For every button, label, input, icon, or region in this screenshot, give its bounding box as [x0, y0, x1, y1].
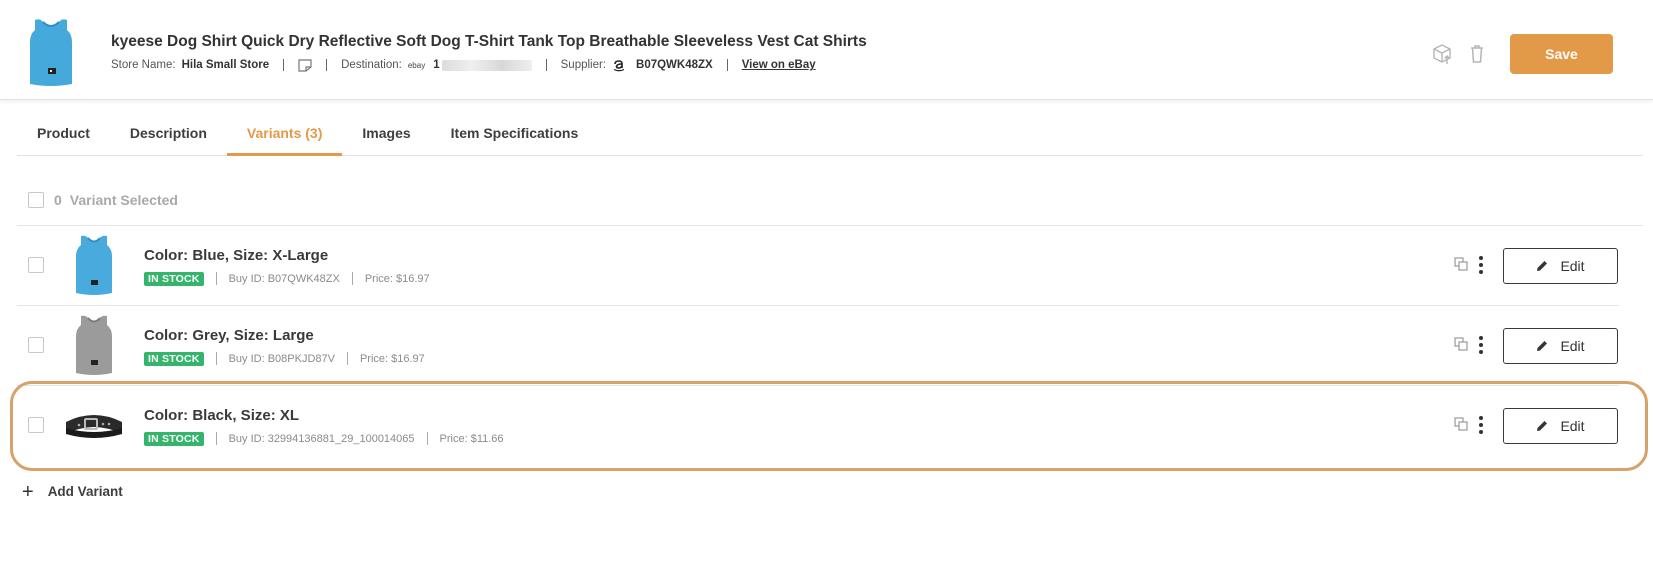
variant-price: Price: $16.97	[364, 272, 430, 285]
in-stock-badge: IN STOCK	[144, 351, 204, 366]
edit-label: Edit	[1560, 418, 1585, 434]
plus-icon: +	[22, 480, 34, 503]
divider	[351, 272, 353, 285]
divider	[545, 59, 547, 71]
variant-info: IN STOCK Buy ID: B07QWK48ZX Price: $16.9…	[144, 271, 430, 286]
buy-id: Buy ID: B07QWK48ZX	[228, 272, 340, 285]
variant-title: Color: Black, Size: XL	[144, 407, 300, 424]
product-header: kyeese Dog Shirt Quick Dry Reflective So…	[0, 0, 1653, 100]
store-name-label: Store Name:	[111, 59, 176, 71]
variant-info: IN STOCK Buy ID: B08PKJD87V Price: $16.9…	[144, 351, 425, 366]
tab-item-specifications[interactable]: Item Specifications	[431, 118, 599, 156]
copy-icon[interactable]	[1454, 337, 1468, 351]
pencil-icon	[1537, 341, 1548, 351]
view-on-ebay-link[interactable]: View on eBay	[742, 59, 816, 71]
save-button[interactable]: Save	[1510, 34, 1613, 74]
product-meta: Store Name: Hila Small Store Destination…	[111, 57, 816, 73]
divider	[215, 352, 217, 365]
variant-title: Color: Blue, Size: X-Large	[144, 247, 329, 264]
select-all-checkbox[interactable]	[28, 192, 44, 208]
buy-id: Buy ID: B08PKJD87V	[228, 352, 335, 365]
edit-label: Edit	[1560, 258, 1585, 274]
variant-info: IN STOCK Buy ID: 32994136881_29_10001406…	[144, 431, 504, 446]
variant-image	[66, 415, 122, 438]
selected-label: Variant Selected	[69, 192, 178, 208]
product-thumbnail	[30, 19, 72, 86]
store-name-value: Hila Small Store	[181, 59, 270, 71]
variant-price: Price: $16.97	[359, 352, 425, 365]
variant-checkbox[interactable]	[28, 417, 44, 433]
edit-label: Edit	[1560, 338, 1585, 354]
variant-selection-bar: 0 Variant Selected	[17, 188, 1643, 226]
note-icon[interactable]	[298, 58, 312, 72]
pencil-icon	[1537, 261, 1548, 271]
variant-image	[76, 315, 112, 375]
divider	[215, 432, 217, 445]
divider	[346, 352, 348, 365]
supplier-label: Supplier:	[560, 59, 607, 71]
tab-product[interactable]: Product	[17, 118, 110, 156]
divider	[283, 59, 285, 71]
redacted-destination	[441, 59, 532, 71]
divider	[426, 432, 428, 445]
divider	[326, 59, 328, 71]
divider	[215, 272, 217, 285]
add-variant-label: Add Variant	[47, 484, 123, 499]
buy-id: Buy ID: 32994136881_29_100014065	[228, 432, 415, 445]
tab-bar: Product Description Variants (3) Images …	[17, 118, 1643, 156]
product-title: kyeese Dog Shirt Quick Dry Reflective So…	[111, 33, 867, 50]
add-variant-button[interactable]: + Add Variant	[22, 480, 123, 503]
destination-value: 1	[433, 59, 440, 71]
edit-variant-button[interactable]: Edit	[1503, 328, 1618, 364]
variant-row: Color: Black, Size: XL IN STOCK Buy ID: …	[17, 386, 1619, 466]
amazon-icon	[613, 60, 625, 72]
supplier-id: B07QWK48ZX	[636, 59, 713, 71]
edit-variant-button[interactable]: Edit	[1503, 248, 1618, 284]
variant-row: Color: Blue, Size: X-Large IN STOCK Buy …	[17, 226, 1619, 306]
more-options-icon[interactable]	[1476, 415, 1486, 435]
edit-variant-button[interactable]: Edit	[1503, 408, 1618, 444]
variant-title: Color: Grey, Size: Large	[144, 327, 314, 344]
tab-variants[interactable]: Variants (3)	[226, 118, 343, 156]
variant-image	[76, 235, 112, 295]
pencil-icon	[1537, 421, 1548, 431]
ebay-logo-icon: ebay	[407, 60, 426, 70]
tab-description[interactable]: Description	[110, 118, 227, 156]
trash-icon[interactable]	[1467, 43, 1487, 65]
more-options-icon[interactable]	[1476, 335, 1486, 355]
tab-images[interactable]: Images	[342, 118, 430, 156]
copy-icon[interactable]	[1454, 257, 1468, 271]
variant-checkbox[interactable]	[28, 257, 44, 273]
variant-price: Price: $11.66	[439, 432, 504, 445]
selected-count: 0	[54, 192, 62, 208]
copy-icon[interactable]	[1454, 417, 1468, 431]
variant-row: Color: Grey, Size: Large IN STOCK Buy ID…	[17, 306, 1619, 386]
more-options-icon[interactable]	[1476, 255, 1486, 275]
variant-checkbox[interactable]	[28, 337, 44, 353]
in-stock-badge: IN STOCK	[144, 271, 204, 286]
destination-label: Destination:	[341, 59, 402, 71]
divider	[726, 59, 728, 71]
package-upload-icon[interactable]	[1432, 43, 1452, 65]
in-stock-badge: IN STOCK	[144, 431, 204, 446]
